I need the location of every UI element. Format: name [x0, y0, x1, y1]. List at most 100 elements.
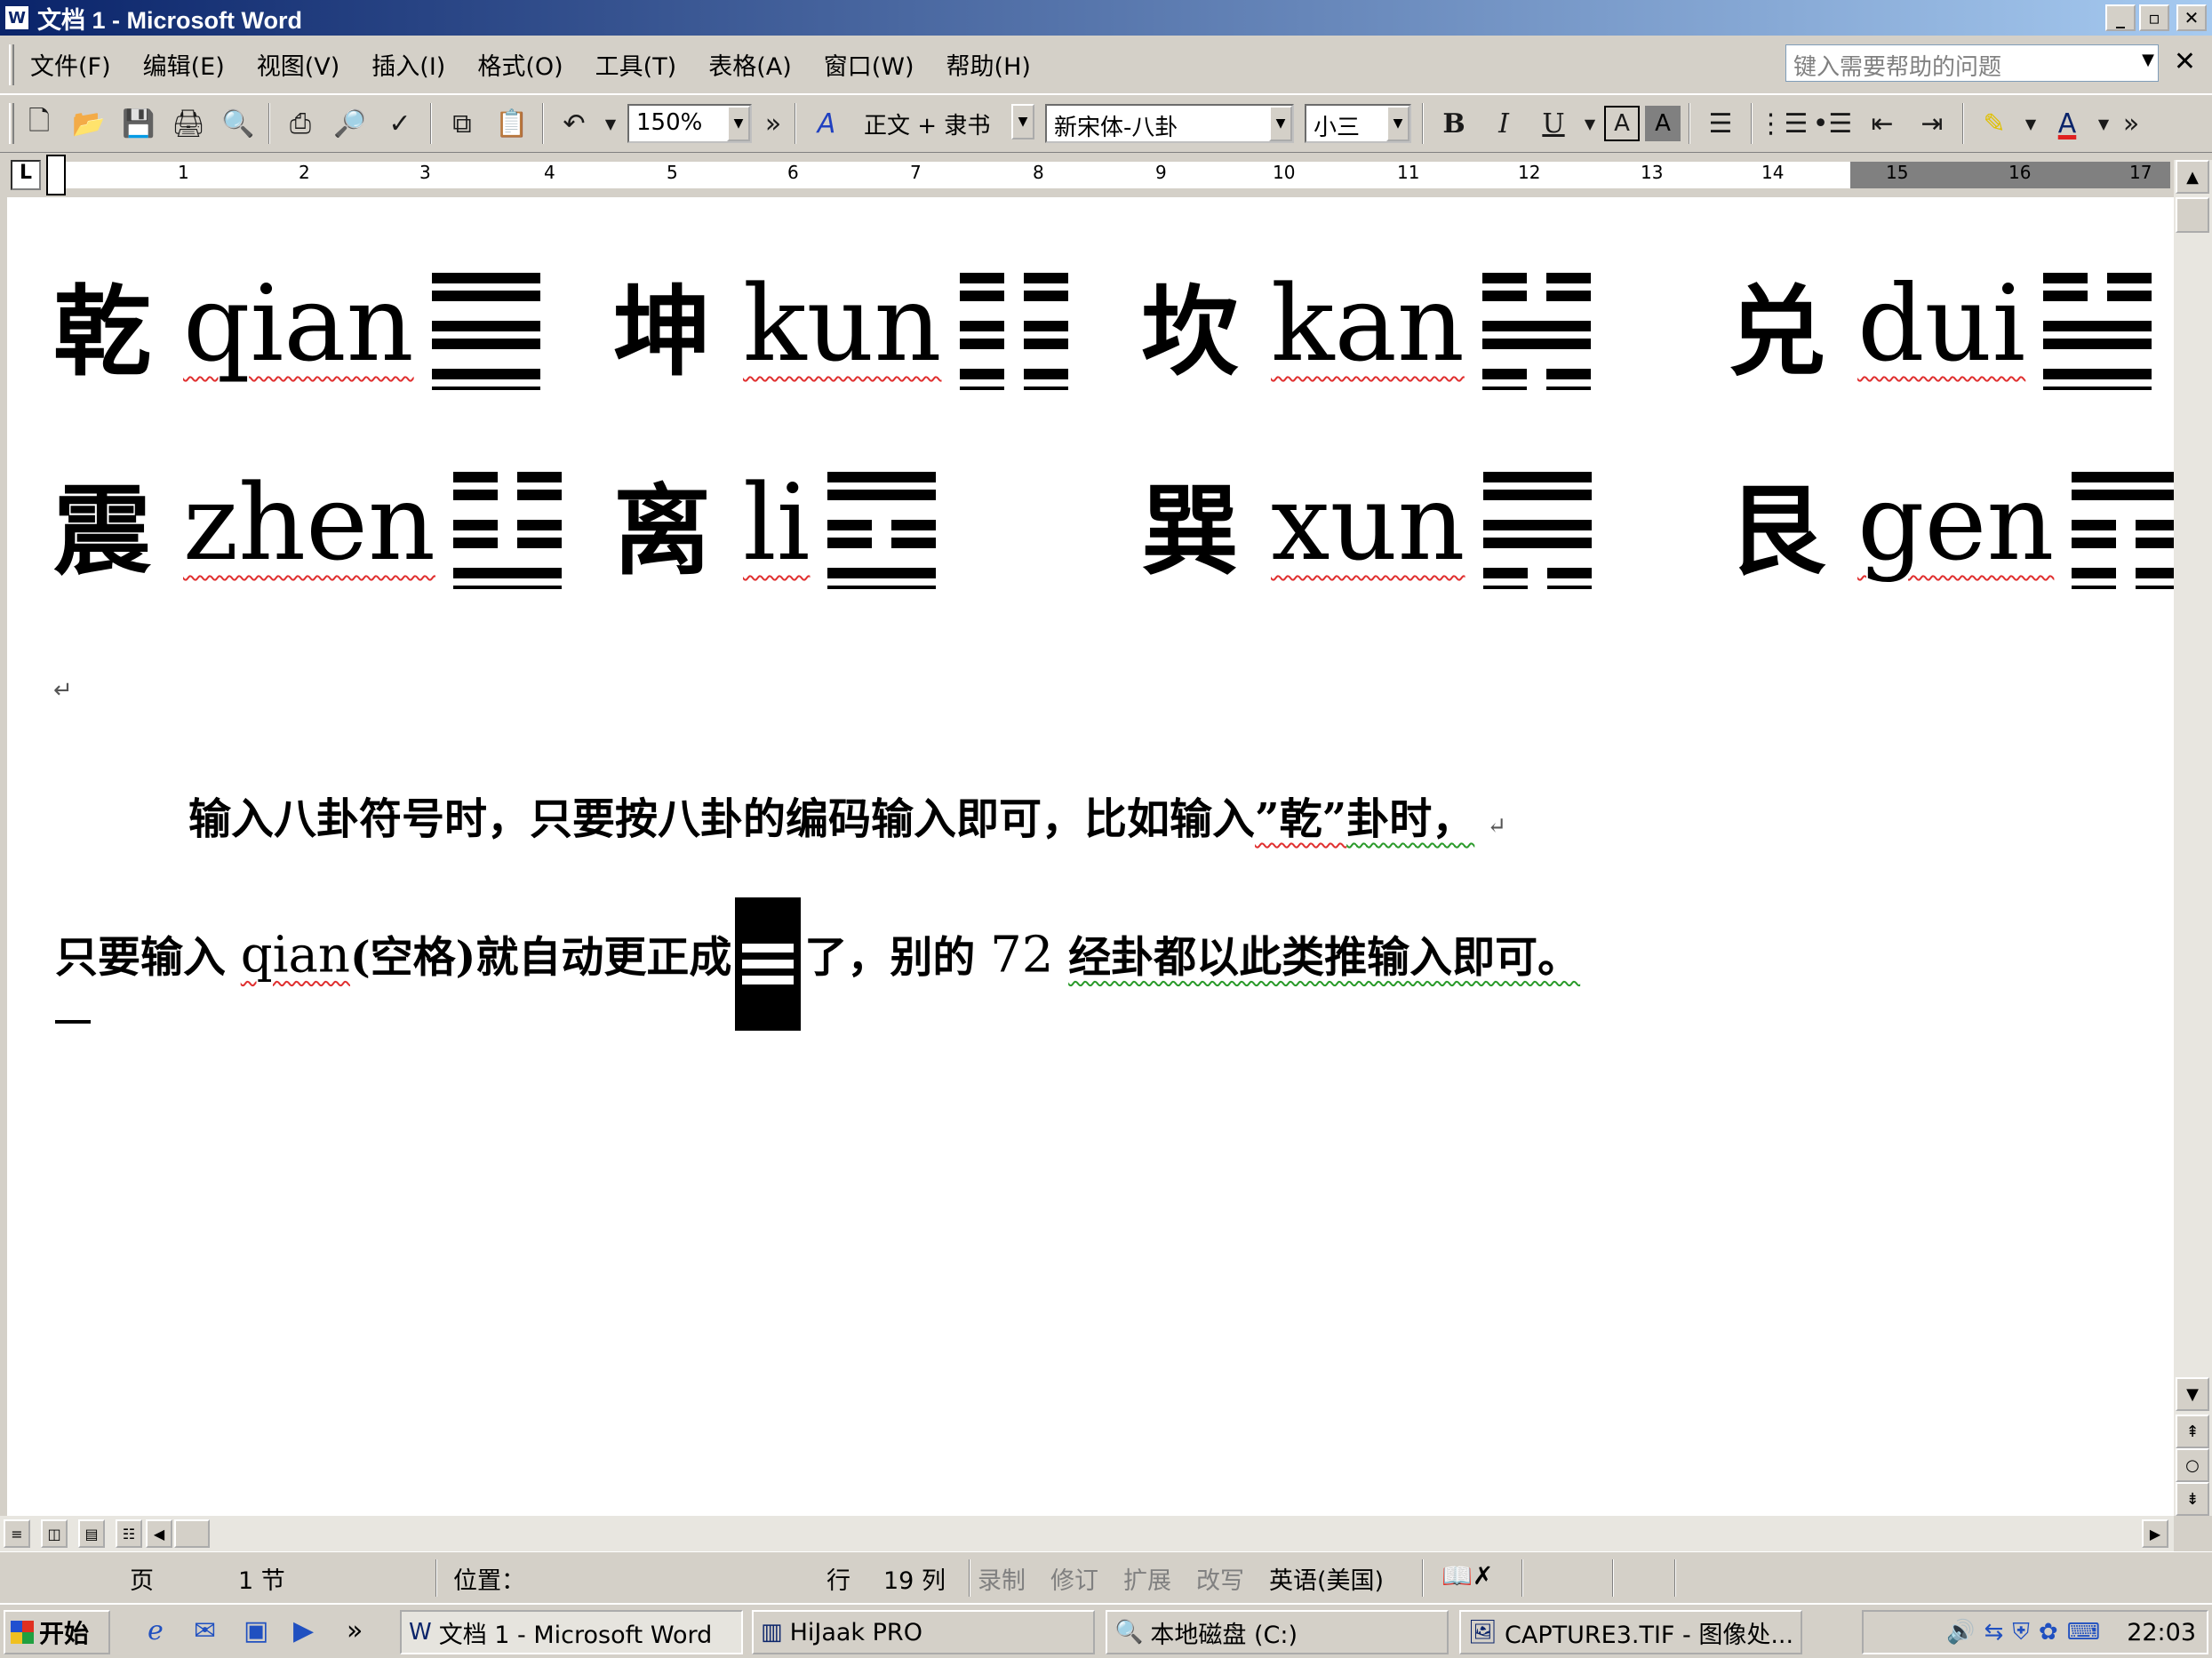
- task-local-disk[interactable]: 🔍 本地磁盘 (C:): [1106, 1610, 1449, 1654]
- close-button[interactable]: ✕: [2176, 4, 2207, 31]
- menu-table[interactable]: 表格(A): [692, 47, 808, 82]
- menu-window[interactable]: 窗口(W): [808, 47, 930, 82]
- trigram-entry[interactable]: 艮 gen: [1728, 451, 2174, 594]
- trigram-entry[interactable]: 兑 dui: [1728, 252, 2155, 395]
- outline-view-icon[interactable]: ☷: [116, 1519, 142, 1548]
- character-shading-icon[interactable]: A: [1645, 106, 1681, 141]
- bulleted-list-icon[interactable]: •☰: [1810, 101, 1855, 146]
- previous-page-icon[interactable]: ⇞: [2176, 1415, 2209, 1448]
- print-layout-icon[interactable]: ▤: [78, 1519, 105, 1548]
- chevron-down-icon[interactable]: ▼: [2095, 101, 2112, 146]
- next-page-icon[interactable]: ⇟: [2176, 1482, 2209, 1516]
- trigram-entry[interactable]: 坎 kan: [1141, 252, 1594, 395]
- status-extend[interactable]: 扩展: [1123, 1561, 1171, 1596]
- toolbar-grip[interactable]: [9, 103, 14, 144]
- input-method-icon[interactable]: ⌨: [2067, 1619, 2101, 1646]
- menu-format[interactable]: 格式(O): [461, 47, 579, 82]
- undo-icon[interactable]: ↶: [552, 101, 596, 146]
- trigram-entry[interactable]: 震 zhen: [53, 451, 565, 594]
- toolbar-options-button[interactable]: »: [2118, 101, 2144, 146]
- menu-edit[interactable]: 编辑(E): [127, 47, 241, 82]
- chevron-down-icon[interactable]: ▼: [2022, 101, 2040, 146]
- trigram-entry[interactable]: 乾 qian: [53, 252, 544, 395]
- paste-icon[interactable]: 📋: [490, 101, 534, 146]
- scroll-down-icon[interactable]: ▼: [2176, 1377, 2209, 1411]
- trigram-entry[interactable]: 巽 xun: [1141, 451, 1595, 594]
- chevron-down-icon[interactable]: ▼: [1386, 106, 1409, 141]
- scroll-right-icon[interactable]: ▶: [2142, 1519, 2168, 1548]
- new-document-icon[interactable]: 🗋: [17, 101, 61, 146]
- outlook-icon[interactable]: ✉: [194, 1615, 216, 1646]
- permission-icon[interactable]: 🖨: [166, 101, 211, 146]
- web-view-icon[interactable]: ◫: [41, 1519, 68, 1548]
- open-folder-icon[interactable]: 📂: [67, 101, 111, 146]
- zoom-select[interactable]: 150% ▼: [627, 104, 752, 143]
- character-border-icon[interactable]: A: [1604, 106, 1640, 141]
- volume-icon[interactable]: 🔊: [1946, 1619, 1975, 1646]
- save-icon[interactable]: 💾: [116, 101, 161, 146]
- task-word[interactable]: W 文档 1 - Microsoft Word: [400, 1610, 743, 1654]
- font-size-select[interactable]: 小三 ▼: [1305, 104, 1411, 143]
- browse-object-icon[interactable]: ○: [2176, 1448, 2209, 1482]
- chevron-down-icon[interactable]: ▼: [1581, 101, 1599, 146]
- start-button[interactable]: 开始: [4, 1610, 110, 1654]
- normal-view-icon[interactable]: ≡: [4, 1519, 30, 1548]
- chevron-down-icon[interactable]: ▼: [602, 101, 619, 146]
- decrease-indent-icon[interactable]: ⇤: [1860, 101, 1905, 146]
- underline-button[interactable]: U: [1531, 101, 1576, 146]
- quicklaunch-more-icon[interactable]: »: [347, 1615, 363, 1646]
- print-preview-icon[interactable]: 🔎: [328, 101, 372, 146]
- vertical-scrollbar[interactable]: ▲ ▼ ⇞ ○ ⇟: [2174, 160, 2212, 1516]
- task-hijaak[interactable]: ▥ HiJaak PRO: [752, 1610, 1095, 1654]
- scroll-left-icon[interactable]: ◀: [146, 1519, 172, 1548]
- increase-indent-icon[interactable]: ⇥: [1910, 101, 1954, 146]
- status-record[interactable]: 录制: [978, 1561, 1026, 1596]
- document-close-button[interactable]: ✕: [2174, 46, 2196, 77]
- print-icon[interactable]: ⎙: [278, 101, 323, 146]
- document-page[interactable]: 乾 qian 坤 kun 坎 kan 兑 dui 震 zhen 离 li 巽 xun 艮 gen ↵ 输入八…: [0, 197, 2174, 1516]
- spelling-status-icon[interactable]: 📖✗: [1441, 1561, 1493, 1590]
- menu-file[interactable]: 文件(F): [14, 47, 127, 82]
- menu-help[interactable]: 帮助(H): [930, 47, 1047, 82]
- spelling-icon[interactable]: ✓: [378, 101, 422, 146]
- paragraph-line-2[interactable]: 只要输入 qian(空格)就自动更正成 了，别的 72 经卦都以此类推输入即可。: [55, 894, 1580, 1031]
- tray-app-icon[interactable]: ✿: [2039, 1619, 2058, 1646]
- font-color-icon[interactable]: A: [2045, 101, 2089, 146]
- maximize-button[interactable]: ▫: [2139, 4, 2169, 31]
- media-player-icon[interactable]: ▶: [293, 1615, 314, 1646]
- font-select[interactable]: 新宋体-八卦 ▼: [1045, 104, 1294, 143]
- highlight-icon[interactable]: ✎: [1972, 101, 2016, 146]
- chevron-down-icon[interactable]: ▼: [1269, 106, 1292, 141]
- chevron-down-icon[interactable]: ▼: [727, 106, 750, 141]
- copy-icon[interactable]: ⧉: [440, 101, 484, 146]
- word-doc-icon[interactable]: W: [4, 4, 30, 31]
- chevron-down-icon[interactable]: ▼: [1011, 104, 1034, 139]
- qian-trigram-selected[interactable]: [735, 897, 802, 1031]
- internet-explorer-icon[interactable]: ℯ: [148, 1615, 164, 1646]
- menu-view[interactable]: 视图(V): [241, 47, 356, 82]
- toolbar-more-button[interactable]: »: [760, 101, 787, 146]
- research-icon[interactable]: 🔍: [216, 101, 260, 146]
- scroll-up-icon[interactable]: ▲: [2176, 160, 2209, 194]
- tab-selector[interactable]: L: [11, 160, 41, 190]
- chevron-down-icon[interactable]: ▼: [2142, 51, 2154, 69]
- paragraph-line-1[interactable]: 输入八卦符号时，只要按八卦的编码输入即可，比如输入”乾”卦时， ↵: [188, 784, 1506, 846]
- minimize-button[interactable]: _: [2105, 4, 2136, 31]
- trigram-entry[interactable]: 离 li: [613, 451, 939, 594]
- style-select[interactable]: 正文 + 隶书 ▼: [857, 104, 1034, 143]
- indent-marker[interactable]: [46, 155, 66, 195]
- numbered-list-icon[interactable]: ⋮☰: [1758, 101, 1809, 146]
- task-image-viewer[interactable]: 🖼 CAPTURE3.TIF - 图像处...: [1459, 1610, 1802, 1654]
- styles-pane-icon[interactable]: A: [804, 101, 849, 146]
- status-overtype[interactable]: 改写: [1196, 1561, 1244, 1596]
- menu-tools[interactable]: 工具(T): [579, 47, 693, 82]
- menu-insert[interactable]: 插入(I): [355, 47, 461, 82]
- status-track-changes[interactable]: 修订: [1050, 1561, 1098, 1596]
- bold-button[interactable]: B: [1432, 101, 1476, 146]
- scroll-thumb[interactable]: [174, 1519, 210, 1548]
- trigram-entry[interactable]: 坤 kun: [613, 252, 1072, 395]
- horizontal-scrollbar[interactable]: ≡ ◫ ▤ ☷ ◀ ▶: [0, 1516, 2174, 1551]
- status-language[interactable]: 英语(美国): [1269, 1561, 1384, 1596]
- show-desktop-icon[interactable]: ▣: [244, 1615, 268, 1646]
- help-question-input[interactable]: 键入需要帮助的问题 ▼: [1785, 44, 2159, 82]
